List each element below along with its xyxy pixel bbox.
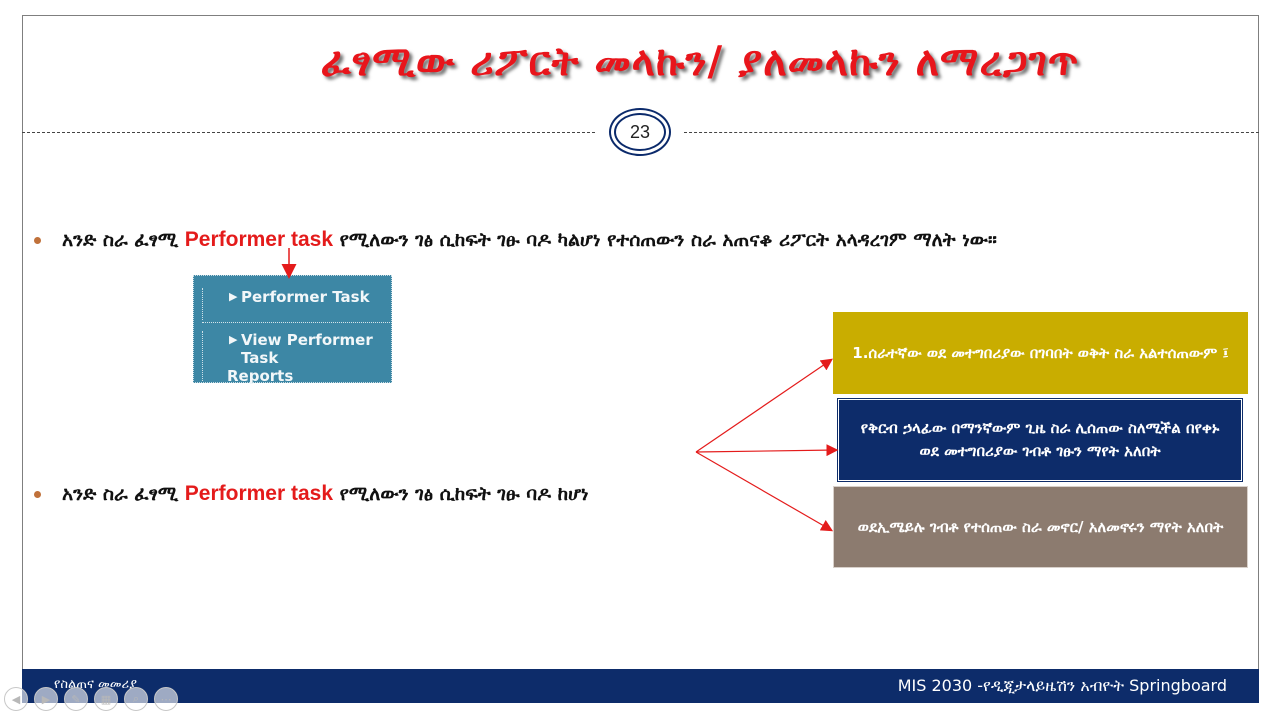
bullet-dot [34,237,41,244]
caret-right-icon: ▶ [229,333,238,346]
bullet-second-pre: አንድ ስራ ፈፃሚ [62,483,185,505]
menu-item-performer-task[interactable]: ▶ Performer Task [202,288,392,320]
bullet-second-post: የሚለውን ገፅ ሲከፍት ገፁ ባዶ ከሆነ [333,483,589,505]
footer-right-text: MIS 2030 -የዲጂታላይዜሽን አብዮት Springboard [897,676,1227,695]
bullet-second-text: አንድ ስራ ፈፃሚ Performer task የሚለውን ገፅ ሲከፍት … [62,478,794,510]
presentation-controls: ◀ ▶ ✎ ▦ ⌕ ⋯ [4,687,178,713]
slide-title: ፈፃሚው ሪፖርት መላኩን/ ያለመላኩን ለማረጋገጥ [320,38,1080,85]
menu-divider [202,322,392,323]
more-icon[interactable]: ⋯ [154,687,178,711]
previous-icon[interactable]: ◀ [4,687,28,711]
menu-item-view-reports-label-1: View Performer Task [241,331,373,367]
bullet-first-highlight: Performer task [184,228,334,251]
menu-item-view-performer-task-reports[interactable]: ▶ View Performer Task Reports [202,331,392,385]
bullet-dot [34,491,41,498]
slides-icon[interactable]: ▦ [94,687,118,711]
info-box-check-daily: የቅርብ ኃላፊው በማንኛውም ጊዜ ስራ ሊሰጠው ስለሚችል በየቀኑ ወ… [837,398,1243,482]
bullet-first: አንድ ስራ ፈፃሚ Performer task የሚለውን ገፅ ሲከፍት … [34,224,1244,256]
performer-menu-screenshot: ▶ Performer Task ▶ View Performer Task R… [193,275,392,385]
caret-right-icon: ▶ [229,290,238,303]
title-divider-left [22,132,595,133]
slide-footer: የስልጠና መመሪያ MIS 2030 -የዲጂታላይዜሽን አብዮት Spri… [22,669,1259,703]
page-number-badge: 23 [609,108,671,156]
info-box-no-task: 1.ሰራተኛው ወደ መተግበሪያው በገባበት ወቅት ስራ አልተሰጠውም … [833,312,1248,394]
menu-item-performer-task-label: Performer Task [241,288,370,306]
bullet-first-text: አንድ ስራ ፈፃሚ Performer task የሚለውን ገፅ ሲከፍት … [62,224,1244,256]
page-number: 23 [614,113,666,151]
play-icon[interactable]: ▶ [34,687,58,711]
bullet-first-pre: አንድ ስራ ፈፃሚ [62,229,185,251]
menu-item-view-reports-label-2: Reports [227,367,294,385]
title-divider-right [684,132,1259,133]
bullet-second: አንድ ስራ ፈፃሚ Performer task የሚለውን ገፅ ሲከፍት … [34,478,794,510]
zoom-icon[interactable]: ⌕ [124,687,148,711]
info-box-check-email: ወደኢሜይሉ ገብቶ የተሰጠው ስራ መኖር/ አለመኖሩን ማየት አለበት [833,486,1248,568]
bullet-first-post: የሚለውን ገፅ ሲከፍት ገፁ ባዶ ካልሆነ የተሰጠውን ስራ አጠናቆ … [333,229,997,251]
pen-icon[interactable]: ✎ [64,687,88,711]
bullet-second-highlight: Performer task [184,482,334,505]
